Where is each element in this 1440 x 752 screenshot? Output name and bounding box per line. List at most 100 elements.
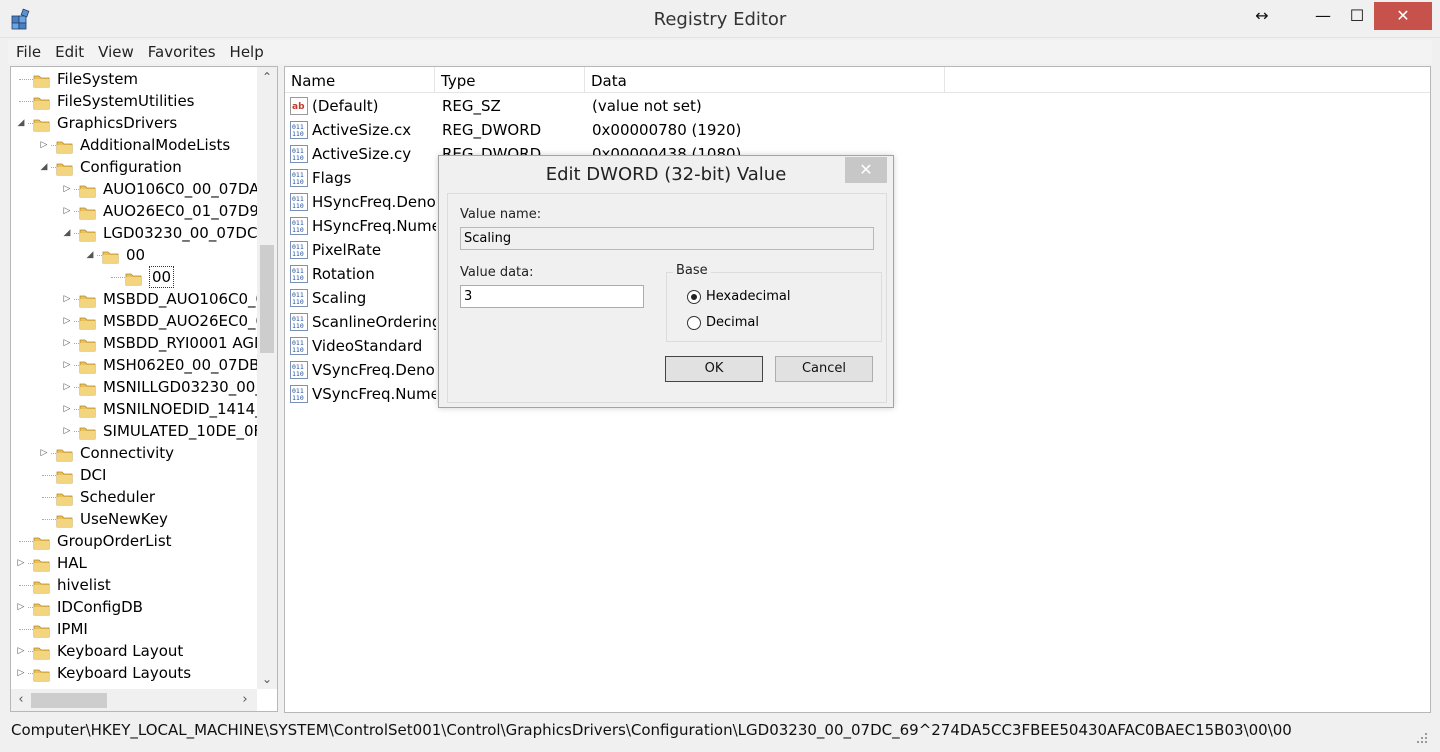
tree-item[interactable]: ◢ 00 [11,244,257,266]
binary-value-icon: 011 110 [290,145,308,163]
menu-view[interactable]: View [90,40,140,61]
expand-arrow-icon[interactable]: ◢ [15,112,27,134]
tree-item[interactable]: FileSystemUtilities [11,90,257,112]
value-name-field[interactable] [460,227,874,250]
folder-icon [79,336,96,352]
tree-item[interactable]: ▷ MSNILLGD03230_00_07I [11,376,257,398]
tree-item[interactable]: ▷ MSBDD_AUO26EC0_01_ [11,310,257,332]
column-type[interactable]: Type [435,67,585,93]
tree-item-label: AUO106C0_00_07DA_EC [103,180,257,198]
scroll-up-icon[interactable]: ⌃ [257,67,277,87]
no-expander [15,530,27,552]
value-name: VSyncFreq.Deno... [312,361,436,379]
expand-arrow-icon[interactable]: ▷ [61,178,73,200]
radio-button[interactable] [687,316,701,330]
tree-item[interactable]: ▷ SIMULATED_10DE_0FE4_ [11,420,257,442]
expand-arrow-icon[interactable]: ◢ [84,244,96,266]
tree-item[interactable]: ▷ AdditionalModeLists [11,134,257,156]
menu-file[interactable]: File [8,40,47,61]
expand-arrow-icon[interactable]: ▷ [61,332,73,354]
no-expander [15,90,27,112]
tree-item[interactable]: ▷ MSH062E0_00_07DB_C6 [11,354,257,376]
dialog-close-button[interactable]: ✕ [845,157,887,183]
tree-item[interactable]: ▷ MSNILNOEDID_1414_00 [11,398,257,420]
value-data-field[interactable] [460,285,644,308]
scroll-left-icon[interactable]: ‹ [11,689,31,711]
tree-item[interactable]: UseNewKey [11,508,257,530]
scroll-thumb[interactable] [260,245,274,353]
expand-arrow-icon[interactable]: ▷ [61,200,73,222]
tree-item-label: FileSystemUtilities [57,92,195,110]
tree-item[interactable]: IPMI [11,618,257,640]
value-name: Rotation [312,265,375,283]
value-name: ScanlineOrdering [312,313,436,331]
maximize-button[interactable]: ☐ [1342,4,1372,30]
column-data[interactable]: Data [585,67,945,93]
binary-value-icon: 011 110 [290,385,308,403]
tree-item[interactable]: ▷ AUO106C0_00_07DA_EC [11,178,257,200]
tree-item[interactable]: ◢ GraphicsDrivers [11,112,257,134]
tree-item[interactable]: ▷ Connectivity [11,442,257,464]
radio-button-checked[interactable] [687,290,701,304]
expand-arrow-icon[interactable]: ◢ [61,222,73,244]
scroll-down-icon[interactable]: ⌄ [257,669,277,689]
tree-item[interactable]: Scheduler [11,486,257,508]
expand-arrow-icon[interactable]: ▷ [15,596,27,618]
expand-arrow-icon[interactable]: ▷ [61,376,73,398]
tree-item-label: GroupOrderList [57,532,172,550]
tree-item[interactable]: ◢ Configuration [11,156,257,178]
expand-arrow-icon[interactable]: ▷ [61,310,73,332]
expand-arrow-icon[interactable]: ▷ [61,288,73,310]
value-name: ActiveSize.cy [312,145,412,163]
expand-arrow-icon[interactable]: ▷ [15,552,27,574]
menu-edit[interactable]: Edit [47,40,90,61]
expand-arrow-icon[interactable]: ◢ [38,156,50,178]
scroll-right-icon[interactable]: › [235,689,255,711]
tree-item[interactable]: ▷ Keyboard Layouts [11,662,257,684]
tree-item[interactable]: FileSystem [11,68,257,90]
tree-vertical-scrollbar[interactable]: ⌃ ⌄ [257,67,277,689]
resize-icon[interactable]: ↔ [1248,4,1276,30]
expand-arrow-icon[interactable]: ▷ [61,398,73,420]
tree-item[interactable]: ▷ Keyboard Layout [11,640,257,662]
binary-value-icon: 011 110 [290,313,308,331]
column-name[interactable]: Name [285,67,435,93]
tree-item[interactable]: ▷ MSBDD_AUO106C0_00_ [11,288,257,310]
tree-view: FileSystem FileSystemUtilities ◢ GraphicsDr… [11,67,257,689]
tree-item[interactable]: ◢ LGD03230_00_07DC_69^ [11,222,257,244]
folder-icon [56,468,73,484]
menu-help[interactable]: Help [222,40,270,61]
status-bar: Computer\HKEY_LOCAL_MACHINE\SYSTEM\Contr… [8,716,1432,746]
binary-value-icon: 011 110 [290,265,308,283]
tree-item[interactable]: hivelist [11,574,257,596]
tree-item[interactable]: ▷ AUO26EC0_01_07D9_65 [11,200,257,222]
cancel-button[interactable]: Cancel [775,356,873,382]
expand-arrow-icon[interactable]: ▷ [38,442,50,464]
expand-arrow-icon[interactable]: ▷ [61,420,73,442]
tree-item[interactable]: DCI [11,464,257,486]
svg-text:110: 110 [292,226,304,234]
expand-arrow-icon[interactable]: ▷ [38,134,50,156]
list-item[interactable]: ab (Default) REG_SZ (value not set) [285,94,1430,118]
tree-horizontal-scrollbar[interactable]: ‹ › [11,689,257,711]
ok-button[interactable]: OK [665,356,763,382]
tree-item-label: HAL [57,554,87,572]
svg-text:110: 110 [292,274,304,282]
value-name: PixelRate [312,241,382,259]
expand-arrow-icon[interactable]: ▷ [15,662,27,684]
tree-item-label: hivelist [57,576,111,594]
tree-item[interactable]: ▷ HAL [11,552,257,574]
tree-item[interactable]: ▷ MSBDD_RYI0001 AGNIE [11,332,257,354]
list-item[interactable]: 011 110 ActiveSize.cx REG_DWORD 0x00000780 (… [285,118,1430,142]
tree-item[interactable]: 00 [11,266,257,288]
scroll-thumb[interactable] [31,693,107,708]
expand-arrow-icon[interactable]: ▷ [61,354,73,376]
expand-arrow-icon[interactable]: ▷ [15,640,27,662]
minimize-button[interactable]: — [1308,4,1338,30]
resize-grip-icon[interactable] [1416,732,1428,744]
menu-favorites[interactable]: Favorites [140,40,222,61]
tree-item[interactable]: GroupOrderList [11,530,257,552]
tree-item[interactable]: ▷ IDConfigDB [11,596,257,618]
close-button[interactable]: ✕ [1374,2,1432,30]
value-name: Scaling [312,289,367,307]
